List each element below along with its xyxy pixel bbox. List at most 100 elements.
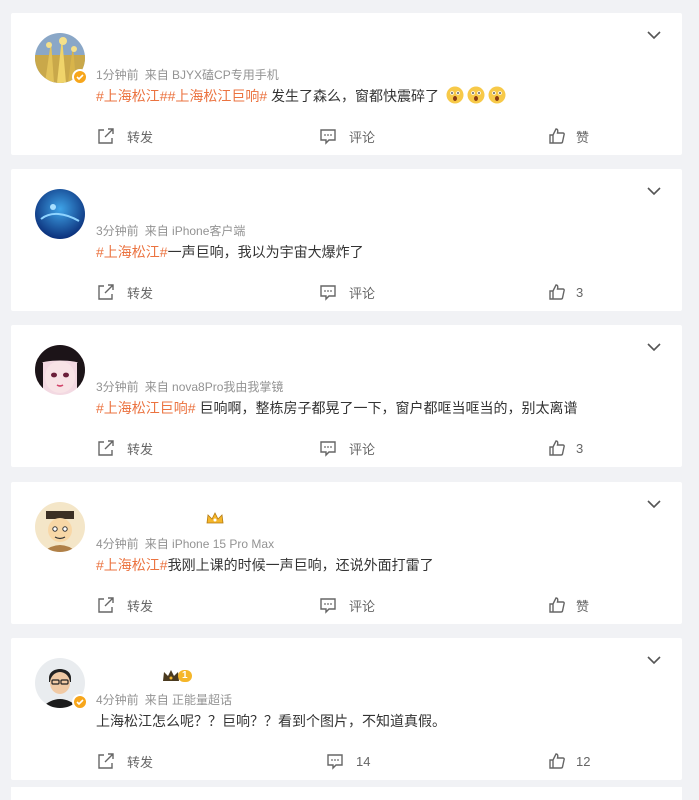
next-post-card-edge	[11, 787, 682, 800]
post-meta: 3分钟前 来自 iPhone客户端	[96, 222, 245, 239]
hashtag-link[interactable]: #上海松江巨响#	[168, 88, 268, 104]
avatar[interactable]	[35, 189, 85, 239]
post-text: 上海松江怎么呢？？巨响？？看到个图片，不知道真假。	[96, 711, 446, 731]
post-body: 巨响啊，整栋房子都晃了一下，窗户都哐当哐当的，别太离谱	[195, 400, 578, 416]
post-text: #上海松江#我刚上课的时候一声巨响，还说外面打雷了	[96, 555, 434, 575]
comment-button[interactable]: 评论	[319, 438, 375, 458]
fan-level-number: 1	[178, 670, 192, 682]
comment-icon	[320, 598, 336, 614]
share-label: 转发	[127, 441, 154, 457]
comment-label: 评论	[349, 129, 376, 145]
comment-icon	[327, 754, 343, 770]
post-time[interactable]: 1分钟前	[96, 68, 139, 82]
shocked-face-emoji	[488, 86, 506, 104]
post-actions: 转发 14 12	[11, 751, 682, 771]
post-actions: 转发 评论 3	[11, 282, 682, 302]
like-label: 赞	[576, 598, 590, 614]
post-card: 1分钟前 来自 BJYX磕CP专用手机 #上海松江##上海松江巨响# 发生了森么，…	[11, 13, 682, 155]
post-source: 来自 iPhone客户端	[144, 224, 246, 238]
post-card: 4分钟前 来自 iPhone 15 Pro Max #上海松江#我刚上课的时候一声…	[11, 482, 682, 624]
hashtag-link[interactable]: #上海松江巨响#	[96, 400, 196, 416]
like-button[interactable]: 赞	[548, 595, 589, 615]
thumbs-up-icon	[549, 440, 565, 456]
post-source: 来自 iPhone 15 Pro Max	[144, 537, 275, 551]
post-meta: 3分钟前 来自 nova8Pro我由我掌镜	[96, 378, 283, 395]
comment-button[interactable]: 评论	[319, 595, 375, 615]
post-source: 来自 nova8Pro我由我掌镜	[144, 380, 284, 394]
post-actions: 转发 评论 3	[11, 438, 682, 458]
share-button[interactable]: 转发	[97, 751, 153, 771]
comment-count: 14	[356, 753, 371, 769]
post-time[interactable]: 3分钟前	[96, 224, 139, 238]
post-meta: 4分钟前 来自 iPhone 15 Pro Max	[96, 535, 274, 552]
chevron-down-icon[interactable]	[646, 498, 662, 510]
chevron-down-icon[interactable]	[646, 29, 662, 41]
like-button[interactable]: 3	[548, 282, 583, 302]
post-text: #上海松江#一声巨响，我以为宇宙大爆炸了	[96, 242, 364, 262]
share-label: 转发	[127, 754, 154, 770]
chevron-down-icon[interactable]	[646, 185, 662, 197]
thumbs-up-icon	[549, 128, 565, 144]
avatar-image	[35, 189, 85, 239]
verified-badge-icon	[72, 69, 88, 85]
post-card: 3分钟前 来自 nova8Pro我由我掌镜 #上海松江巨响# 巨响啊，整栋房子都晃…	[11, 325, 682, 467]
avatar[interactable]	[35, 658, 88, 710]
crown-badge-icon	[206, 512, 224, 524]
like-count: 3	[576, 440, 584, 456]
comment-label: 评论	[349, 441, 376, 457]
post-body: 上海松江怎么呢？？巨响？？看到个图片，不知道真假。	[96, 713, 446, 729]
comment-icon	[320, 129, 336, 145]
hashtag-link[interactable]: #上海松江#	[96, 557, 168, 573]
post-source: 来自 BJYX磕CP专用手机	[144, 68, 279, 82]
avatar[interactable]	[35, 33, 88, 85]
share-button[interactable]: 转发	[97, 595, 153, 615]
like-button[interactable]: 12	[548, 751, 590, 771]
post-actions: 转发 评论 赞	[11, 126, 682, 146]
comment-icon	[320, 441, 336, 457]
like-button[interactable]: 赞	[548, 126, 589, 146]
share-icon	[98, 128, 114, 144]
share-label: 转发	[127, 598, 154, 614]
like-label: 赞	[576, 129, 590, 145]
share-label: 转发	[127, 285, 154, 301]
share-icon	[98, 440, 114, 456]
comment-icon	[320, 285, 336, 301]
chevron-down-icon[interactable]	[646, 654, 662, 666]
post-body: 发生了森么，窗都快震碎了	[267, 88, 440, 104]
post-card: 1 4分钟前 来自 正能量超话 上海松江怎么呢？？巨响？？看到个图片，不知道真假。…	[11, 638, 682, 780]
comment-button[interactable]: 评论	[319, 126, 375, 146]
post-source: 来自 正能量超话	[144, 693, 233, 707]
comment-label: 评论	[349, 285, 376, 301]
thumbs-up-icon	[549, 753, 565, 769]
verified-badge-icon	[72, 694, 88, 710]
hashtag-link[interactable]: #上海松江#	[96, 88, 168, 104]
avatar-image	[35, 345, 85, 395]
post-card: 3分钟前 来自 iPhone客户端 #上海松江#一声巨响，我以为宇宙大爆炸了 转发…	[11, 169, 682, 311]
thumbs-up-icon	[549, 597, 565, 613]
avatar[interactable]	[35, 345, 85, 395]
avatar[interactable]	[35, 502, 85, 552]
chevron-down-icon[interactable]	[646, 341, 662, 353]
share-button[interactable]: 转发	[97, 438, 153, 458]
post-meta: 1分钟前 来自 BJYX磕CP专用手机	[96, 66, 279, 83]
like-button[interactable]: 3	[548, 438, 583, 458]
post-time[interactable]: 3分钟前	[96, 380, 139, 394]
comment-label: 评论	[349, 598, 376, 614]
share-icon	[98, 284, 114, 300]
avatar-image	[35, 502, 85, 552]
thumbs-up-icon	[549, 284, 565, 300]
post-time[interactable]: 4分钟前	[96, 693, 139, 707]
shocked-face-emoji	[446, 86, 464, 104]
post-body: 我刚上课的时候一声巨响，还说外面打雷了	[167, 557, 434, 573]
post-text: #上海松江##上海松江巨响# 发生了森么，窗都快震碎了	[96, 86, 506, 106]
share-button[interactable]: 转发	[97, 126, 153, 146]
like-count: 3	[576, 284, 584, 300]
post-time[interactable]: 4分钟前	[96, 537, 139, 551]
share-label: 转发	[127, 129, 154, 145]
comment-button[interactable]: 14	[326, 751, 370, 771]
share-icon	[98, 597, 114, 613]
share-button[interactable]: 转发	[97, 282, 153, 302]
hashtag-link[interactable]: #上海松江#	[96, 244, 168, 260]
post-actions: 转发 评论 赞	[11, 595, 682, 615]
comment-button[interactable]: 评论	[319, 282, 375, 302]
